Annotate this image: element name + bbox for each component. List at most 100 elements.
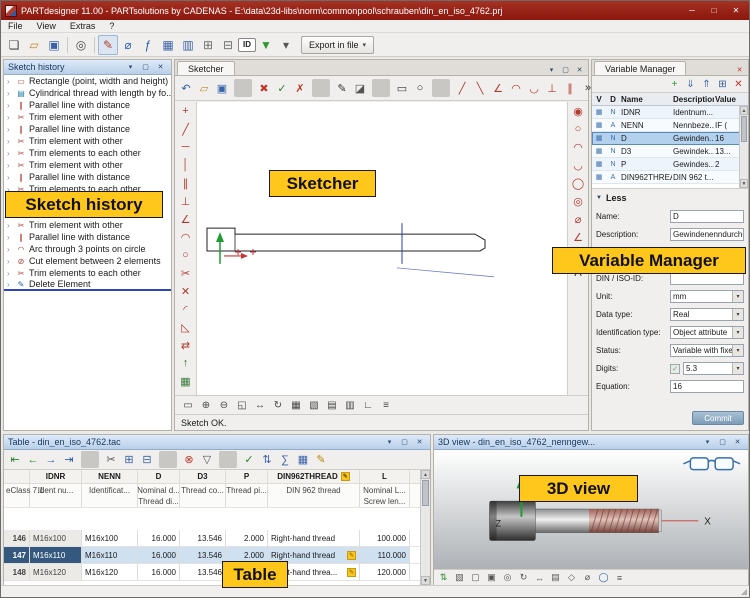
last-row-icon[interactable]: ⇥ bbox=[60, 451, 78, 468]
delete-row-icon[interactable]: ⊗ bbox=[180, 451, 198, 468]
horizontal-line-tool-icon[interactable]: ─ bbox=[177, 138, 195, 156]
copy-icon[interactable]: ⊞ bbox=[120, 451, 138, 468]
history-item[interactable]: › ✂ Trim elements to each other bbox=[4, 147, 171, 159]
fillet-tool-icon[interactable]: ◜ bbox=[177, 300, 195, 318]
history-item[interactable]: › ✂ Trim element with other bbox=[4, 111, 171, 123]
variable-row[interactable]: ▦ N P Gewindes... 2 bbox=[592, 158, 748, 171]
sort-rows-icon[interactable]: ⇅ bbox=[258, 451, 276, 468]
line-tool-icon[interactable]: ╱ bbox=[453, 79, 471, 97]
ruler-icon[interactable]: ▤ bbox=[323, 397, 341, 414]
rectangle-tool-icon[interactable]: ▭ bbox=[393, 79, 411, 97]
grid-toggle-icon[interactable]: ▦ bbox=[287, 397, 305, 414]
3d-viewport[interactable]: Z X bbox=[434, 450, 748, 569]
history-item[interactable]: › ✂ Trim element with other bbox=[4, 219, 171, 231]
formula-icon[interactable]: ƒ bbox=[138, 35, 158, 55]
rotate-3d-icon[interactable]: ↻ bbox=[516, 571, 531, 585]
arc-tool-icon[interactable]: ◠ bbox=[507, 79, 525, 97]
panel-menu-icon[interactable]: ▾ bbox=[383, 437, 396, 448]
menu-help[interactable]: ? bbox=[102, 20, 121, 33]
diameter-dimension-icon[interactable]: ⌀ bbox=[569, 210, 587, 228]
col-d[interactable]: D bbox=[138, 470, 180, 483]
variable-row[interactable]: ▦ N D Gewinden... 16 bbox=[592, 132, 748, 145]
radius-dimension-icon[interactable]: ◎ bbox=[569, 192, 587, 210]
variable-row[interactable]: ▦ N D3 Gewindek... 13... bbox=[592, 145, 748, 158]
minimize-button[interactable]: ─ bbox=[683, 4, 701, 17]
arc-center-icon[interactable]: ◠ bbox=[569, 138, 587, 156]
history-item[interactable]: › ∥ Parallel line with distance bbox=[4, 231, 171, 243]
float-panel-icon[interactable]: ▢ bbox=[398, 437, 411, 448]
unit-select[interactable]: mm ▾ bbox=[670, 290, 744, 303]
attach-icon[interactable]: ⊟ bbox=[218, 35, 238, 55]
line-angle-tool-icon[interactable]: ╲ bbox=[471, 79, 489, 97]
panel-menu-icon[interactable]: ▾ bbox=[124, 62, 137, 73]
direction-arrow-icon[interactable]: ↑ bbox=[177, 354, 195, 372]
table-scrollbar[interactable]: ▲ ▼ bbox=[420, 470, 430, 585]
snap-toggle-icon[interactable]: ▧ bbox=[305, 397, 323, 414]
menu-extras[interactable]: Extras bbox=[63, 20, 103, 33]
wireframe-icon[interactable]: ▢ bbox=[468, 571, 483, 585]
zoom-fit-3d-icon[interactable]: ◎ bbox=[500, 571, 515, 585]
identification-type-select[interactable]: Object attribute ▾ bbox=[670, 326, 744, 339]
history-item[interactable]: › ◠ Arc through 3 points on circle bbox=[4, 243, 171, 255]
sum-icon[interactable]: ∑ bbox=[276, 451, 294, 468]
table-row[interactable]: 146 M16x100 M16x100 16.000 13.546 2.000 … bbox=[4, 530, 420, 547]
front-view-icon[interactable]: ▤ bbox=[548, 571, 563, 585]
history-item[interactable]: › ∥ Parallel line with distance bbox=[4, 171, 171, 183]
cancel-sketch-icon[interactable]: ✗ bbox=[291, 79, 309, 97]
cut-icon[interactable]: ✂ bbox=[102, 451, 120, 468]
sketch-canvas[interactable] bbox=[197, 102, 567, 395]
accept-dropdown-icon[interactable]: ▼ bbox=[256, 35, 276, 55]
scrollbar-thumb[interactable] bbox=[422, 480, 429, 506]
float-panel-icon[interactable]: ▢ bbox=[559, 64, 572, 75]
perpendicular-line-tool-icon[interactable]: ⊥ bbox=[177, 192, 195, 210]
layers-icon[interactable]: ▥ bbox=[341, 397, 359, 414]
fit-view-icon[interactable]: ▭ bbox=[179, 397, 197, 414]
zoom-window-icon[interactable]: ◱ bbox=[233, 397, 251, 414]
save-sketch-icon[interactable]: ▣ bbox=[213, 79, 231, 97]
table-view-icon[interactable]: ▥ bbox=[178, 35, 198, 55]
digits-select[interactable]: 5.3 ▾ bbox=[683, 362, 744, 375]
col-idnr[interactable]: IDNR bbox=[30, 470, 82, 483]
arc-endpoint-icon[interactable]: ◡ bbox=[569, 156, 587, 174]
render-mode-icon[interactable]: ▧ bbox=[452, 571, 467, 585]
float-panel-icon[interactable]: ▢ bbox=[139, 62, 152, 73]
tab-variable-manager[interactable]: Variable Manager bbox=[594, 61, 686, 75]
close-panel-icon[interactable]: ✕ bbox=[733, 64, 746, 75]
history-item[interactable]: › ✎ Delete Element bbox=[4, 279, 171, 291]
validate-table-icon[interactable]: ✓ bbox=[240, 451, 258, 468]
perpendicular-tool-icon[interactable]: ⊥ bbox=[543, 79, 561, 97]
import-variables-icon[interactable]: ⇓ bbox=[683, 77, 698, 92]
history-item[interactable]: › ∥ Parallel line with distance bbox=[4, 123, 171, 135]
arc-center-tool-icon[interactable]: ◠ bbox=[177, 228, 195, 246]
history-item[interactable]: › ✂ Trim elements to each other bbox=[4, 267, 171, 279]
pan-view-icon[interactable]: ↔ bbox=[251, 397, 269, 414]
parallel-line-tool-icon[interactable]: ∥ bbox=[177, 174, 195, 192]
zoom-in-icon[interactable]: ⊕ bbox=[197, 397, 215, 414]
edit-mode-icon[interactable]: ✎ bbox=[312, 451, 330, 468]
pen-tool-icon[interactable]: ✎ bbox=[333, 79, 351, 97]
description-input[interactable]: Gewindenenndurchmesser bbox=[670, 228, 744, 241]
menu-file[interactable]: File bbox=[1, 20, 30, 33]
zoom-icon[interactable]: ◎ bbox=[71, 35, 91, 55]
history-item[interactable]: › ✂ Trim element with other bbox=[4, 135, 171, 147]
point-tool-icon[interactable]: + bbox=[177, 102, 195, 120]
col-p[interactable]: P bbox=[226, 470, 268, 483]
name-input[interactable]: D bbox=[670, 210, 744, 223]
next-row-icon[interactable]: → bbox=[42, 451, 60, 468]
table-settings-icon[interactable]: ▦ bbox=[294, 451, 312, 468]
history-item[interactable]: › ▭ Rectangle (point, width and height) bbox=[4, 75, 171, 87]
line-2p-tool-icon[interactable]: ╱ bbox=[177, 120, 195, 138]
equation-input[interactable]: 16 bbox=[670, 380, 744, 393]
panel-menu-icon[interactable]: ▾ bbox=[545, 64, 558, 75]
zoom-out-icon[interactable]: ⊖ bbox=[215, 397, 233, 414]
scroll-up-icon[interactable]: ▲ bbox=[740, 106, 748, 115]
resize-grip-icon[interactable]: ◢ bbox=[741, 587, 747, 596]
new-file-icon[interactable]: ❏ bbox=[4, 35, 24, 55]
grid-snap-icon[interactable]: ▦ bbox=[177, 372, 195, 390]
prev-row-icon[interactable]: ← bbox=[24, 451, 42, 468]
table-row[interactable]: 147 M16x110 M16x110 16.000 13.546 2.000 … bbox=[4, 547, 420, 564]
commit-button[interactable]: Commit bbox=[692, 411, 744, 425]
open-folder-icon[interactable]: ▱ bbox=[24, 35, 44, 55]
variable-row[interactable]: ▦ A DIN962THREAD DIN 962 t... bbox=[592, 171, 748, 184]
circle-tool-icon[interactable]: ○ bbox=[411, 79, 429, 97]
